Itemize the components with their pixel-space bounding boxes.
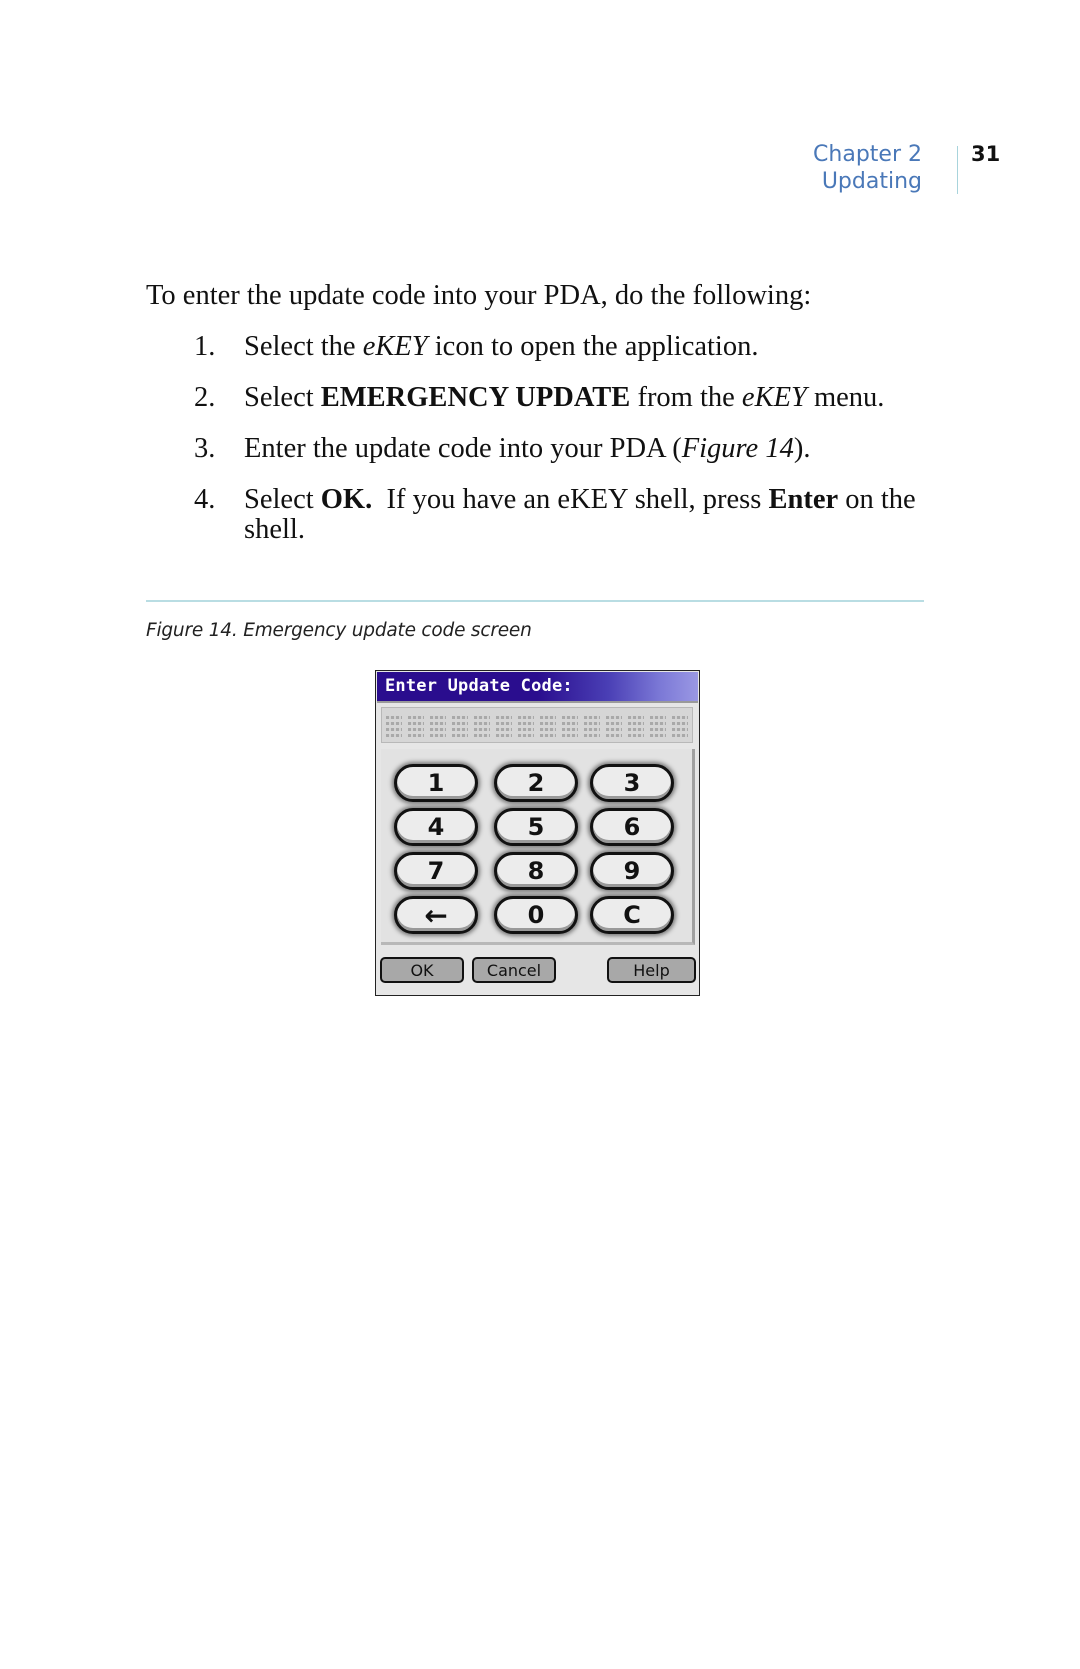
key-0[interactable]: 0	[494, 896, 578, 934]
step-text: Select	[244, 382, 321, 413]
list-item: 3. Enter the update code into your PDA (F…	[146, 434, 936, 464]
intro-paragraph: To enter the update code into your PDA, …	[146, 280, 812, 311]
chapter-label: Chapter 2	[813, 142, 922, 167]
list-item: 4. Select OK. If you have an eKEY shell, …	[146, 485, 936, 545]
keypad: 1 2 3 4 5 6 7 8 9 ← 0 C	[381, 749, 695, 945]
step-number: 2.	[194, 382, 216, 413]
key-3[interactable]: 3	[590, 764, 674, 802]
key-backspace[interactable]: ←	[394, 896, 478, 934]
code-digit-cell	[430, 713, 446, 737]
step-number: 3.	[194, 433, 216, 464]
key-label: 9	[623, 857, 641, 885]
key-label: 1	[427, 769, 445, 797]
key-label: 2	[527, 769, 545, 797]
title-bar: Enter Update Code:	[377, 672, 698, 703]
step-text: Enter the update code into your PDA (	[244, 433, 682, 464]
key-label: 7	[427, 857, 445, 885]
code-digit-cell	[650, 713, 666, 737]
step-number: 1.	[194, 331, 216, 362]
key-4[interactable]: 4	[394, 808, 478, 846]
key-label: 6	[623, 813, 641, 841]
code-digit-cell	[584, 713, 600, 737]
key-8[interactable]: 8	[494, 852, 578, 890]
key-2[interactable]: 2	[494, 764, 578, 802]
list-item: 2. Select EMERGENCY UPDATE from the eKEY …	[146, 383, 936, 413]
step-text: If you have an eKEY shell, press	[372, 484, 769, 515]
key-label: 8	[527, 857, 545, 885]
cancel-button[interactable]: Cancel	[472, 957, 556, 983]
step-text: Select the	[244, 331, 363, 362]
step-text: icon to open the application.	[427, 331, 759, 362]
key-9[interactable]: 9	[590, 852, 674, 890]
code-digit-cell	[496, 713, 512, 737]
code-digit-cell	[408, 713, 424, 737]
code-digit-cell	[562, 713, 578, 737]
step-text: Figure 14	[681, 433, 794, 464]
code-digit-cell	[518, 713, 534, 737]
key-7[interactable]: 7	[394, 852, 478, 890]
figure-rule	[146, 600, 924, 602]
step-number: 4.	[194, 484, 216, 515]
step-text: Select	[244, 484, 321, 515]
step-text: menu.	[806, 382, 885, 413]
code-input[interactable]	[381, 707, 693, 743]
key-label: 5	[527, 813, 545, 841]
left-arrow-icon: ←	[424, 898, 448, 932]
code-digit-cell	[606, 713, 622, 737]
key-5[interactable]: 5	[494, 808, 578, 846]
code-digit-cell	[628, 713, 644, 737]
key-6[interactable]: 6	[590, 808, 674, 846]
step-text: EMERGENCY UPDATE	[320, 382, 631, 413]
key-label: 4	[427, 813, 445, 841]
section-label: Updating	[821, 169, 922, 194]
key-1[interactable]: 1	[394, 764, 478, 802]
key-label: 0	[527, 901, 545, 929]
code-digit-cell	[672, 713, 688, 737]
list-item: 1. Select the eKEY icon to open the appli…	[146, 332, 936, 362]
step-text: ).	[793, 433, 811, 464]
step-list: 1. Select the eKEY icon to open the appli…	[146, 332, 936, 545]
key-label: C	[623, 901, 641, 929]
key-clear[interactable]: C	[590, 896, 674, 934]
screen-title: Enter Update Code:	[385, 676, 573, 696]
pda-update-code-screen: Enter Update Code: 1 2 3 4 5 6 7 8 9 ← 0 C OK Cance…	[375, 670, 700, 996]
running-head: Chapter 2 Updating	[813, 141, 922, 195]
code-digit-cell	[386, 713, 402, 737]
figure-caption: Figure 14. Emergency update code screen	[146, 620, 532, 641]
key-label: 3	[623, 769, 641, 797]
code-digit-cell	[474, 713, 490, 737]
code-digit-cell	[452, 713, 468, 737]
step-text: eKEY	[741, 382, 807, 413]
step-text: Enter	[768, 484, 839, 515]
ok-button[interactable]: OK	[380, 957, 464, 983]
header-divider	[957, 146, 958, 194]
step-text: from the	[630, 382, 742, 413]
page-number: 31	[971, 142, 1001, 166]
help-button[interactable]: Help	[607, 957, 696, 983]
code-digit-cell	[540, 713, 556, 737]
step-text: eKEY	[362, 331, 428, 362]
step-text: OK.	[320, 484, 373, 515]
instructions: To enter the update code into your PDA, …	[146, 281, 936, 566]
